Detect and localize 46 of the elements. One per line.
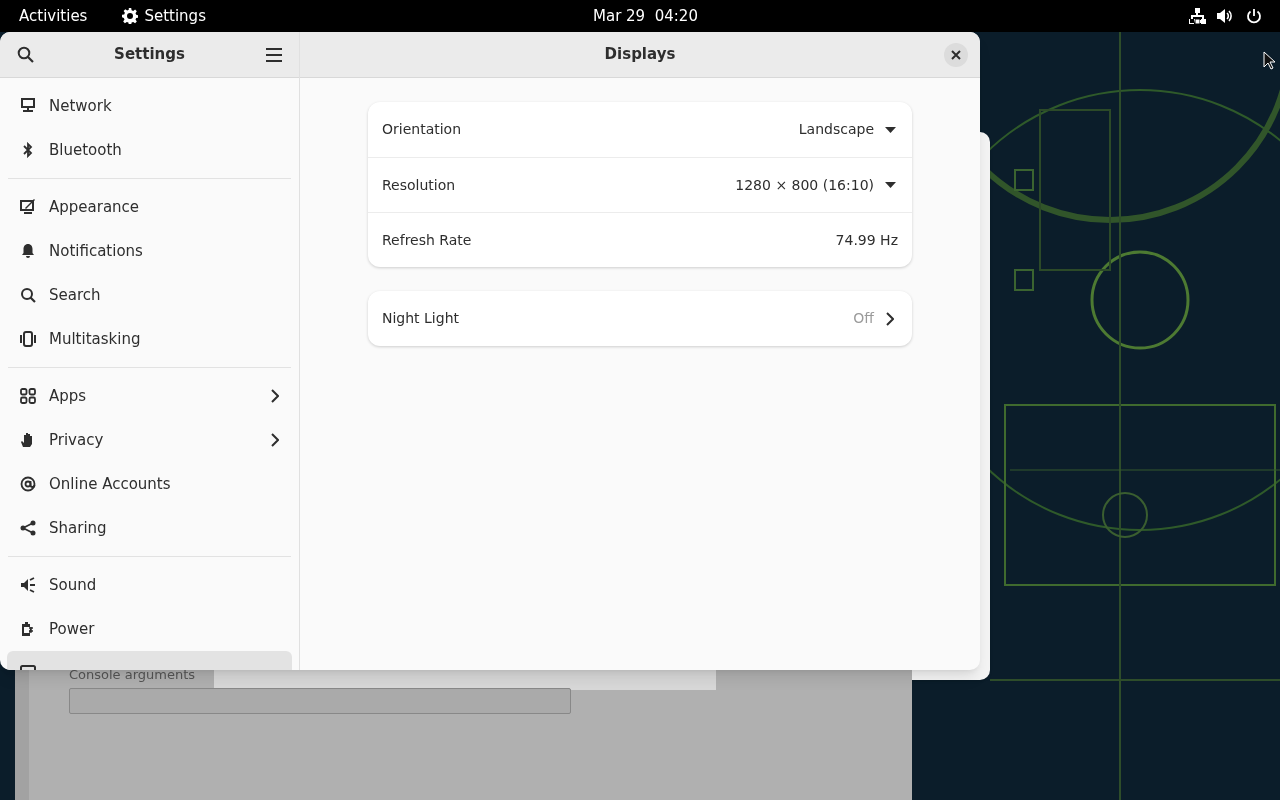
volume-icon[interactable] — [1217, 8, 1235, 24]
search-button[interactable] — [15, 44, 35, 65]
speaker-icon — [20, 577, 36, 593]
multitasking-icon — [20, 331, 36, 347]
sidebar-title: Settings — [114, 44, 185, 66]
network-icon[interactable] — [1189, 8, 1206, 24]
settings-row[interactable]: Resolution 1280 × 800 (16:10) — [368, 157, 912, 212]
at-sign-icon — [20, 476, 36, 492]
dropdown-caret-icon — [885, 182, 896, 188]
settings-row[interactable]: Orientation Landscape — [368, 102, 912, 157]
app-menu[interactable]: Settings — [122, 4, 206, 28]
input-field[interactable] — [69, 688, 571, 714]
field-label: Console arguments — [69, 667, 196, 683]
sidebar-item[interactable]: Multitasking — [7, 317, 292, 361]
sidebar-item[interactable]: Privacy — [7, 418, 292, 462]
share-icon — [20, 520, 36, 536]
search-icon — [16, 46, 34, 63]
sidebar-item[interactable]: Notifications — [7, 229, 292, 273]
battery-plug-icon — [20, 621, 36, 637]
clock[interactable]: Mar 29 04:20 — [593, 4, 698, 28]
chevron-right-icon — [886, 311, 894, 326]
monitor-icon — [20, 98, 36, 114]
sidebar-item[interactable]: Online Accounts — [7, 462, 292, 506]
power-icon[interactable] — [1246, 8, 1262, 24]
page-title: Displays — [604, 44, 676, 66]
sidebar-item[interactable]: Bluetooth — [7, 128, 292, 172]
palette-monitor-icon — [20, 199, 36, 215]
grid-icon — [20, 388, 36, 404]
sidebar-item[interactable]: Search — [7, 273, 292, 317]
sidebar-item[interactable]: Sound — [7, 563, 292, 607]
settings-row[interactable]: Night Light Off — [368, 291, 912, 346]
menu-icon — [266, 47, 282, 62]
gear-icon — [122, 8, 139, 24]
close-icon — [951, 50, 961, 60]
sidebar-item[interactable]: Apps — [7, 374, 292, 418]
info-row: Refresh Rate 74.99 Hz — [368, 212, 912, 267]
activities-button[interactable]: Activities — [19, 4, 88, 28]
sidebar-item[interactable]: Network — [7, 84, 292, 128]
bell-icon — [20, 243, 36, 259]
cursor-icon — [1263, 51, 1275, 70]
sidebar-item[interactable]: Appearance — [7, 185, 292, 229]
search-icon — [20, 287, 36, 303]
sidebar-item[interactable]: Sharing — [7, 506, 292, 550]
close-button[interactable] — [944, 43, 968, 67]
app-name: Settings — [144, 5, 206, 27]
sidebar-item[interactable]: Power — [7, 607, 292, 651]
